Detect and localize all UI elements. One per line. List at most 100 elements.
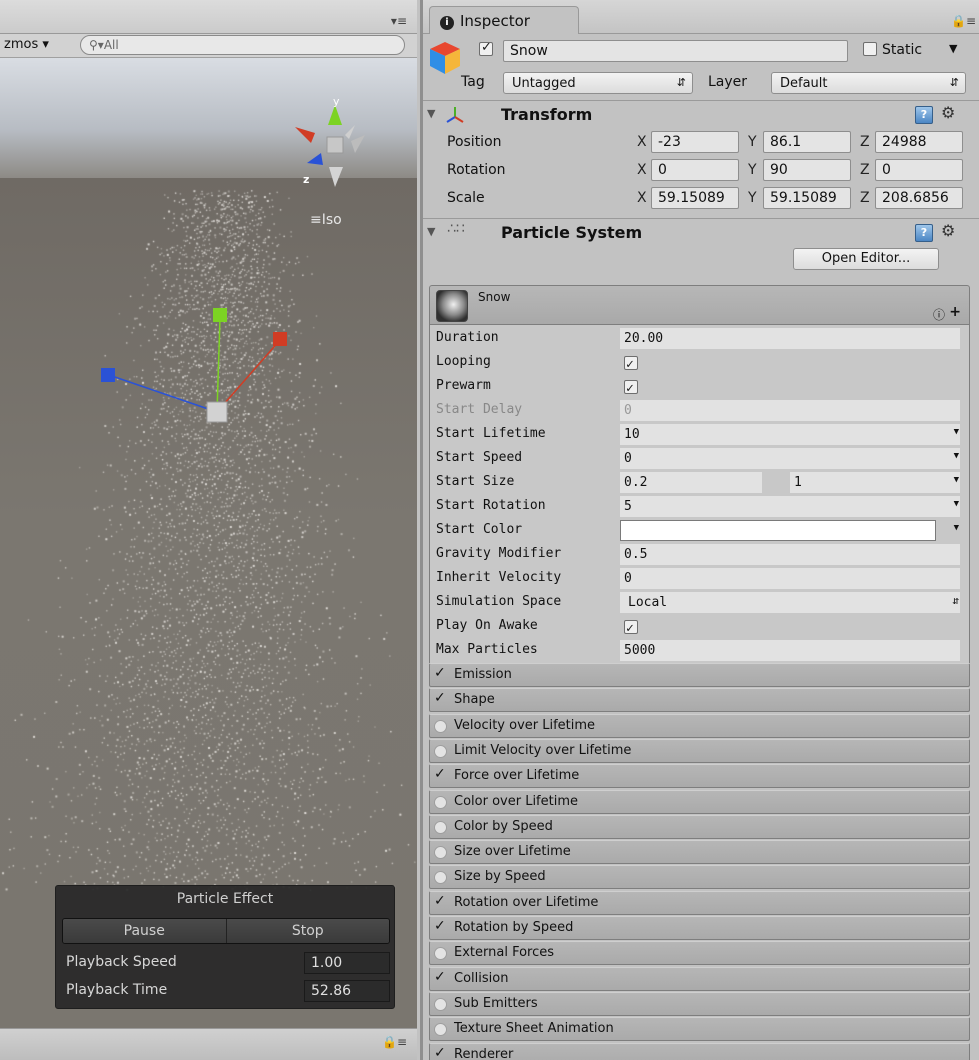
- module-enabled-check-icon[interactable]: ✓: [434, 690, 446, 706]
- max-particles-field[interactable]: 5000: [620, 640, 960, 661]
- module-force-over-lifetime[interactable]: ✓ Force over Lifetime: [429, 764, 970, 789]
- curve-mode-dropdown-icon[interactable]: ▼: [954, 427, 959, 437]
- position-x-field[interactable]: -23: [651, 131, 739, 153]
- module-limit-velocity-over-lifetime[interactable]: Limit Velocity over Lifetime: [429, 738, 970, 763]
- stop-button[interactable]: Stop: [225, 919, 389, 943]
- start-speed-field[interactable]: 0: [620, 448, 960, 469]
- module-enabled-check-icon[interactable]: ✓: [434, 1045, 446, 1060]
- module-rotation-over-lifetime[interactable]: ✓ Rotation over Lifetime: [429, 890, 970, 915]
- particle-system-header[interactable]: ▼ ∴∷ Particle System ? ⚙: [423, 218, 979, 246]
- module-enabled-check-icon[interactable]: ✓: [434, 665, 446, 681]
- curve-mode-dropdown-icon[interactable]: ▼: [954, 475, 959, 485]
- module-disabled-toggle[interactable]: [434, 846, 447, 860]
- scene-toolbar: ▾≡: [0, 0, 417, 34]
- foldout-arrow-icon[interactable]: ▼: [427, 225, 435, 238]
- module-enabled-check-icon[interactable]: ✓: [434, 893, 446, 909]
- playback-time-row: Playback Time 52.86: [66, 980, 390, 1002]
- orientation-gizmo[interactable]: y z: [285, 95, 385, 195]
- module-collision[interactable]: ✓ Collision: [429, 966, 970, 991]
- module-disabled-toggle[interactable]: [434, 947, 447, 961]
- add-module-icon[interactable]: +: [949, 304, 961, 320]
- static-checkbox[interactable]: [863, 42, 877, 56]
- module-enabled-check-icon[interactable]: ✓: [434, 969, 446, 985]
- module-rotation-by-speed[interactable]: ✓ Rotation by Speed: [429, 916, 970, 940]
- object-name-field[interactable]: Snow: [503, 40, 848, 62]
- module-external-forces[interactable]: External Forces: [429, 941, 970, 966]
- module-enabled-check-icon[interactable]: ✓: [434, 766, 446, 782]
- scale-y-field[interactable]: 59.15089: [763, 187, 851, 209]
- start-lifetime-field[interactable]: 10: [620, 424, 960, 445]
- tab-inspector[interactable]: i Inspector: [429, 6, 579, 34]
- pause-button[interactable]: Pause: [63, 919, 226, 943]
- start-size-max-field[interactable]: 1: [790, 472, 960, 493]
- static-dropdown-arrow-icon[interactable]: ▼: [949, 42, 957, 55]
- projection-iso-label[interactable]: ≡Iso: [310, 212, 342, 228]
- transform-header[interactable]: ▼ Transform ? ⚙: [423, 100, 979, 128]
- rotation-y-field[interactable]: 90: [763, 159, 851, 181]
- simulation-space-dropdown[interactable]: Local: [620, 592, 960, 613]
- playback-time-field[interactable]: 52.86: [304, 980, 390, 1002]
- module-disabled-toggle[interactable]: [434, 997, 447, 1011]
- module-label: Emission: [454, 667, 512, 682]
- layer-dropdown[interactable]: Default ⇵: [771, 72, 966, 94]
- gravity-modifier-field[interactable]: 0.5: [620, 544, 960, 565]
- particle-system-name-header[interactable]: Snow ⓘ +: [429, 285, 970, 325]
- scale-row: Scale X 59.15089 Y 59.15089 Z 208.6856: [423, 186, 979, 214]
- module-texture-sheet-animation[interactable]: Texture Sheet Animation: [429, 1017, 970, 1042]
- start-color-swatch[interactable]: [620, 520, 936, 541]
- module-disabled-toggle[interactable]: [434, 795, 447, 809]
- help-icon[interactable]: ?: [915, 224, 933, 242]
- module-enabled-check-icon[interactable]: ✓: [434, 918, 446, 934]
- active-checkbox[interactable]: [479, 40, 493, 56]
- module-disabled-toggle[interactable]: [434, 1023, 447, 1037]
- module-color-over-lifetime[interactable]: Color over Lifetime: [429, 789, 970, 814]
- scale-z-field[interactable]: 208.6856: [875, 187, 963, 209]
- play-on-awake-checkbox[interactable]: [624, 618, 638, 639]
- curve-mode-dropdown-icon[interactable]: ▼: [954, 451, 959, 461]
- module-color-by-speed[interactable]: Color by Speed: [429, 814, 970, 839]
- module-velocity-over-lifetime[interactable]: Velocity over Lifetime: [429, 713, 970, 738]
- module-disabled-toggle[interactable]: [434, 820, 447, 834]
- duration-field[interactable]: 20.00: [620, 328, 960, 349]
- module-shape[interactable]: ✓ Shape: [429, 688, 970, 713]
- rotation-x-field[interactable]: 0: [651, 159, 739, 181]
- panel-menu-icon[interactable]: ▾≡: [391, 14, 407, 28]
- module-disabled-toggle[interactable]: [434, 744, 447, 758]
- module-emission[interactable]: ✓ Emission: [429, 663, 970, 687]
- prewarm-checkbox[interactable]: [624, 378, 638, 399]
- axis-x-label: X: [637, 134, 647, 150]
- transform-icon: [446, 107, 464, 123]
- module-disabled-toggle[interactable]: [434, 719, 447, 733]
- lock-icon[interactable]: 🔒≡: [951, 14, 976, 28]
- tag-dropdown[interactable]: Untagged ⇵: [503, 72, 693, 94]
- help-icon[interactable]: ?: [915, 106, 933, 124]
- open-editor-button[interactable]: Open Editor...: [793, 248, 939, 270]
- lock-menu-icon[interactable]: 🔒≡: [382, 1035, 407, 1049]
- position-z-field[interactable]: 24988: [875, 131, 963, 153]
- warning-icon[interactable]: ⓘ: [933, 306, 945, 323]
- position-y-field[interactable]: 86.1: [763, 131, 851, 153]
- module-size-by-speed[interactable]: Size by Speed: [429, 865, 970, 890]
- module-renderer[interactable]: ✓ Renderer: [429, 1042, 970, 1060]
- move-tool-handle[interactable]: [95, 300, 295, 430]
- start-size-min-field[interactable]: 0.2: [620, 472, 762, 493]
- module-sub-emitters[interactable]: Sub Emitters: [429, 991, 970, 1016]
- scene-view[interactable]: ▾≡ zmos ▾ ⚲▾All y z ≡Iso 🔒≡ Particle Eff…: [0, 0, 417, 1060]
- position-row: Position X -23 Y 86.1 Z 24988: [423, 130, 979, 158]
- inherit-velocity-field[interactable]: 0: [620, 568, 960, 589]
- start-rotation-field[interactable]: 5: [620, 496, 960, 517]
- curve-mode-dropdown-icon[interactable]: ▼: [954, 499, 959, 509]
- scene-search-input[interactable]: ⚲▾All: [80, 35, 405, 55]
- rotation-z-field[interactable]: 0: [875, 159, 963, 181]
- foldout-arrow-icon[interactable]: ▼: [427, 107, 435, 120]
- scale-x-field[interactable]: 59.15089: [651, 187, 739, 209]
- gear-icon[interactable]: ⚙: [941, 103, 955, 122]
- playback-speed-field[interactable]: 1.00: [304, 952, 390, 974]
- color-mode-dropdown-icon[interactable]: ▼: [954, 523, 959, 533]
- gear-icon[interactable]: ⚙: [941, 221, 955, 240]
- module-disabled-toggle[interactable]: [434, 871, 447, 885]
- looping-checkbox[interactable]: [624, 354, 638, 375]
- dropdown-arrows-icon[interactable]: ⇵: [952, 594, 959, 607]
- module-size-over-lifetime[interactable]: Size over Lifetime: [429, 840, 970, 865]
- gizmos-dropdown[interactable]: zmos ▾: [4, 37, 49, 52]
